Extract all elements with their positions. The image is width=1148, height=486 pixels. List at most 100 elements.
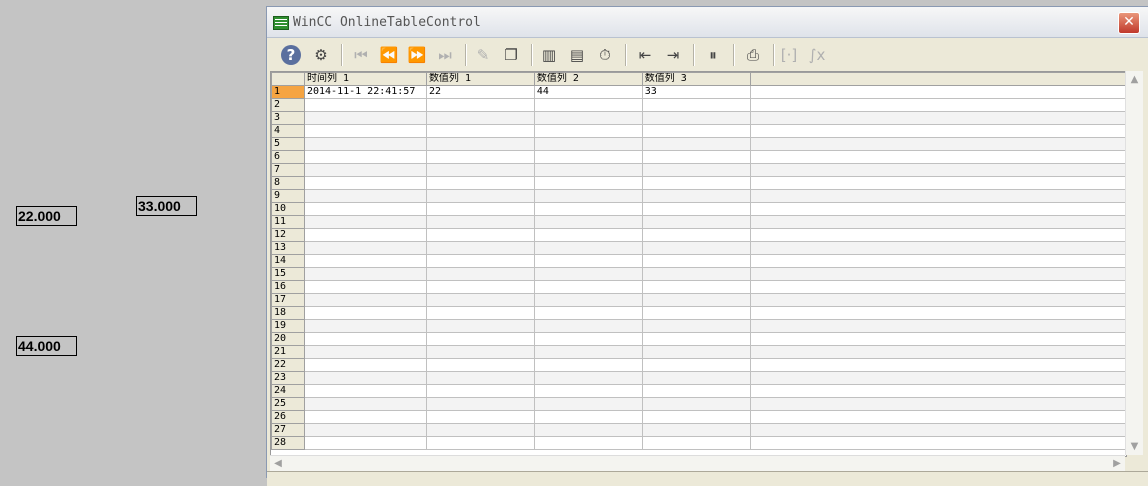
table-row[interactable]: 12 xyxy=(271,228,1126,242)
table-cell[interactable] xyxy=(533,189,643,203)
next-column-icon[interactable]: ⇥ xyxy=(661,43,685,67)
table-cell[interactable] xyxy=(425,215,535,229)
row-header[interactable]: 1 xyxy=(271,85,305,99)
table-cell[interactable] xyxy=(533,176,643,190)
column-header-time-1[interactable]: 时间列 1 xyxy=(303,72,427,86)
row-header[interactable]: 28 xyxy=(271,436,305,450)
table-cell[interactable] xyxy=(749,241,1126,255)
table-row[interactable]: 21 xyxy=(271,345,1126,359)
table-cell[interactable] xyxy=(425,98,535,112)
table-cell[interactable] xyxy=(641,436,751,450)
table-row[interactable]: 11 xyxy=(271,215,1126,229)
table-cell[interactable] xyxy=(303,384,427,398)
row-header[interactable]: 27 xyxy=(271,423,305,437)
row-header[interactable]: 12 xyxy=(271,228,305,242)
table-cell[interactable] xyxy=(749,254,1126,268)
table-cell[interactable] xyxy=(749,332,1126,346)
table-cell[interactable] xyxy=(303,189,427,203)
table-cell[interactable] xyxy=(641,202,751,216)
table-cell[interactable] xyxy=(641,332,751,346)
table-cell[interactable] xyxy=(749,189,1126,203)
table-cell[interactable] xyxy=(425,384,535,398)
table-cell[interactable] xyxy=(749,358,1126,372)
table-cell[interactable] xyxy=(303,98,427,112)
row-header[interactable]: 6 xyxy=(271,150,305,164)
table-cell[interactable] xyxy=(641,163,751,177)
table-cell[interactable] xyxy=(749,228,1126,242)
table-cell[interactable] xyxy=(533,241,643,255)
table-cell[interactable] xyxy=(303,410,427,424)
column-header-value-1[interactable]: 数值列 1 xyxy=(425,72,535,86)
select-data-connection-icon[interactable]: ▥ xyxy=(537,43,561,67)
scroll-left-icon[interactable]: ◀ xyxy=(270,456,286,472)
table-cell[interactable] xyxy=(425,228,535,242)
vertical-scrollbar[interactable]: ▲ ▼ xyxy=(1125,71,1143,455)
table-cell[interactable] xyxy=(303,267,427,281)
table-cell[interactable] xyxy=(303,228,427,242)
table-cell[interactable] xyxy=(533,306,643,320)
io-field-value-2[interactable]: 44.000 xyxy=(16,336,77,356)
table-cell[interactable] xyxy=(749,293,1126,307)
row-header[interactable]: 4 xyxy=(271,124,305,138)
table-cell[interactable] xyxy=(641,189,751,203)
table-row[interactable]: 9 xyxy=(271,189,1126,203)
table-cell[interactable] xyxy=(533,280,643,294)
table-cell[interactable] xyxy=(303,176,427,190)
table-cell[interactable] xyxy=(303,306,427,320)
table-row[interactable]: 28 xyxy=(271,436,1126,450)
config-dialog-icon[interactable]: ⚙ xyxy=(309,43,333,67)
help-icon[interactable]: ? xyxy=(281,45,301,65)
table-row[interactable]: 2 xyxy=(271,98,1126,112)
table-cell[interactable] xyxy=(749,384,1126,398)
table-cell[interactable] xyxy=(749,397,1126,411)
scroll-right-icon[interactable]: ▶ xyxy=(1109,456,1125,472)
horizontal-scrollbar[interactable]: ◀ ▶ xyxy=(270,455,1125,472)
table-cell[interactable] xyxy=(533,332,643,346)
table-cell[interactable] xyxy=(303,371,427,385)
table-cell[interactable] xyxy=(749,423,1126,437)
table-cell[interactable] xyxy=(641,306,751,320)
table-cell[interactable] xyxy=(303,280,427,294)
table-cell[interactable] xyxy=(533,371,643,385)
table-cell[interactable] xyxy=(425,137,535,151)
table-row[interactable]: 7 xyxy=(271,163,1126,177)
table-cell[interactable] xyxy=(425,293,535,307)
table-cell[interactable] xyxy=(533,111,643,125)
select-columns-icon[interactable]: ▤ xyxy=(565,43,589,67)
table-row[interactable]: 1 2014-11-1 22:41:57 22 44 33 xyxy=(271,85,1126,99)
table-cell[interactable] xyxy=(533,267,643,281)
table-cell[interactable] xyxy=(749,436,1126,450)
row-header[interactable]: 25 xyxy=(271,397,305,411)
table-cell[interactable] xyxy=(533,397,643,411)
row-header[interactable]: 13 xyxy=(271,241,305,255)
table-cell[interactable] xyxy=(303,241,427,255)
table-row[interactable]: 19 xyxy=(271,319,1126,333)
table-cell[interactable] xyxy=(303,202,427,216)
table-cell[interactable] xyxy=(425,189,535,203)
row-header[interactable]: 9 xyxy=(271,189,305,203)
table-cell[interactable] xyxy=(303,163,427,177)
row-header[interactable]: 14 xyxy=(271,254,305,268)
table-cell[interactable] xyxy=(425,163,535,177)
table-cell[interactable] xyxy=(425,202,535,216)
table-cell[interactable] xyxy=(303,215,427,229)
table-row[interactable]: 4 xyxy=(271,124,1126,138)
table-cell[interactable] xyxy=(641,397,751,411)
table-cell[interactable] xyxy=(425,423,535,437)
table-cell[interactable] xyxy=(749,150,1126,164)
table-cell[interactable] xyxy=(303,293,427,307)
row-header[interactable]: 7 xyxy=(271,163,305,177)
table-cell[interactable] xyxy=(425,436,535,450)
table-row[interactable]: 20 xyxy=(271,332,1126,346)
table-cell[interactable] xyxy=(641,358,751,372)
table-cell[interactable] xyxy=(303,436,427,450)
next-record-icon[interactable]: ⏩ xyxy=(405,43,429,67)
table-cell[interactable] xyxy=(533,423,643,437)
edit-icon[interactable]: ✎ xyxy=(471,43,495,67)
table-cell[interactable] xyxy=(425,150,535,164)
table-cell[interactable] xyxy=(425,410,535,424)
table-cell[interactable] xyxy=(749,345,1126,359)
table-cell[interactable] xyxy=(533,202,643,216)
table-cell[interactable] xyxy=(425,358,535,372)
table-cell[interactable] xyxy=(641,176,751,190)
